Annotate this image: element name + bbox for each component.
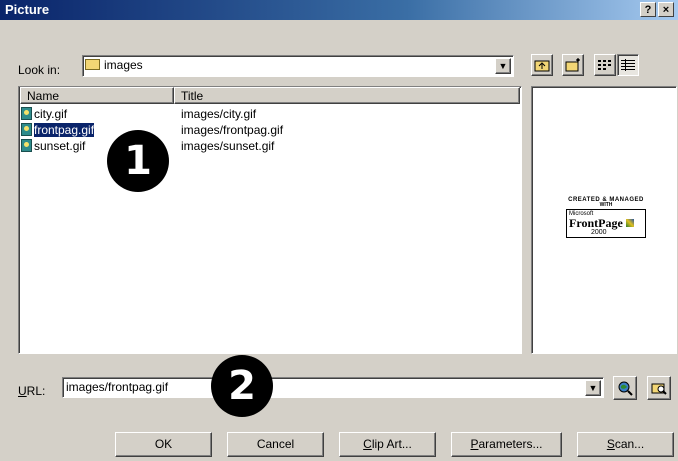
logo-year: 2000 — [591, 229, 607, 236]
gif-image-icon — [21, 107, 32, 120]
folder-search-icon — [651, 383, 667, 395]
look-in-combobox[interactable]: images ▼ — [82, 55, 514, 77]
up-one-level-button[interactable] — [531, 54, 553, 76]
file-name: sunset.gif — [34, 139, 86, 153]
dialog-title: Picture — [5, 2, 50, 17]
new-folder-icon — [565, 58, 580, 72]
column-header-name[interactable]: Name — [20, 87, 174, 104]
preview-pane: CREATED & MANAGED WITH Microsoft FrontPa… — [531, 86, 677, 354]
callout-marker-1: 1 — [107, 130, 169, 192]
ok-button[interactable]: OK — [115, 432, 212, 457]
up-folder-icon — [534, 60, 550, 72]
url-dropdown-button[interactable]: ▼ — [585, 380, 601, 396]
folder-icon — [85, 59, 100, 70]
cancel-button[interactable]: Cancel — [227, 432, 324, 457]
file-title: images/sunset.gif — [181, 139, 275, 153]
look-in-label: Look in: — [18, 63, 61, 77]
list-item[interactable]: sunset.gif — [21, 138, 85, 154]
look-in-dropdown-button[interactable]: ▼ — [495, 58, 511, 74]
file-name: city.gif — [34, 107, 68, 121]
list-view-button[interactable] — [594, 54, 616, 76]
list-item[interactable]: city.gif — [21, 106, 67, 122]
file-title: images/frontpag.gif — [181, 123, 284, 137]
frontpage-logo-icon — [625, 219, 634, 227]
logo-brand: FrontPage — [569, 216, 623, 230]
details-view-button[interactable] — [617, 54, 639, 76]
list-view-icon — [598, 60, 611, 70]
column-header-title[interactable]: Title — [174, 87, 520, 104]
details-view-icon — [621, 59, 635, 71]
url-label: URL: — [18, 384, 46, 398]
file-title: images/city.gif — [181, 107, 257, 121]
frontpage-logo: CREATED & MANAGED WITH Microsoft FrontPa… — [550, 197, 662, 238]
gif-image-icon — [21, 139, 32, 152]
scan-button[interactable]: Scan... — [577, 432, 674, 457]
look-in-value: images — [104, 58, 143, 72]
help-button[interactable]: ? — [640, 2, 656, 17]
file-name: frontpag.gif — [32, 122, 96, 138]
logo-line2: WITH — [599, 202, 613, 208]
file-list[interactable]: Name Title city.gif images/city.gif fron… — [18, 86, 522, 354]
parameters-button[interactable]: Parameters... — [451, 432, 562, 457]
title-bar[interactable]: Picture ? × — [0, 0, 678, 20]
callout-marker-2: 2 — [211, 355, 273, 417]
close-button[interactable]: × — [658, 2, 674, 17]
clip-art-button[interactable]: Clip Art... — [339, 432, 436, 457]
url-value: images/frontpag.gif — [66, 380, 169, 394]
gif-image-icon — [21, 123, 32, 136]
browse-web-button[interactable] — [613, 376, 637, 400]
list-item-selected[interactable]: frontpag.gif — [21, 122, 96, 138]
globe-search-icon — [618, 381, 633, 396]
url-combobox[interactable]: images/frontpag.gif ▼ — [62, 377, 604, 398]
new-folder-button[interactable] — [562, 54, 584, 76]
browse-file-button[interactable] — [647, 376, 671, 400]
